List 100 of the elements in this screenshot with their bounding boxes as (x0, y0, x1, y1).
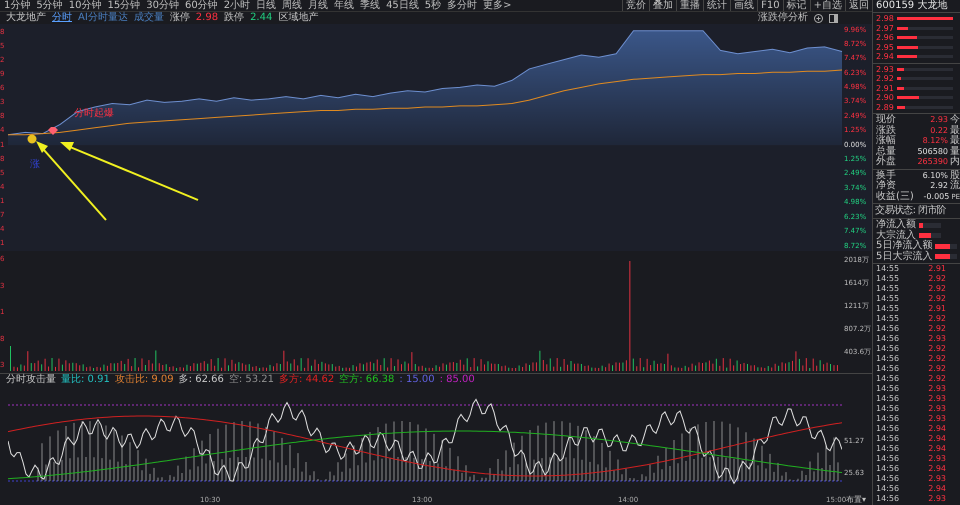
tick-time: 14:56 (876, 494, 900, 504)
tick-time: 14:55 (876, 304, 900, 314)
tick-time: 14:56 (876, 374, 900, 384)
tick-price: 2.94 (928, 464, 946, 474)
stat-value: 265390 (916, 157, 949, 168)
tick-price: 2.92 (928, 354, 946, 364)
tick-price: 2.92 (928, 314, 946, 324)
tick-price: 2.92 (928, 274, 946, 284)
tick-time: 14:56 (876, 474, 900, 484)
tick-price: 2.93 (928, 494, 946, 504)
stat-label: 今 (950, 115, 960, 125)
period-tab[interactable]: 周线 (282, 0, 302, 11)
sector-label: 区域地产 (278, 12, 318, 24)
limit-down-label: 跌停 (224, 12, 244, 24)
stat-label: 涨幅 (876, 136, 896, 146)
flow-label: 净流入额 (876, 220, 916, 230)
toolbar-button[interactable]: 标记 (782, 0, 810, 11)
ask-price: 2.96 (876, 33, 894, 42)
tick-time: 14:55 (876, 284, 900, 294)
tick-time: 14:56 (876, 344, 900, 354)
ask-price: 2.95 (876, 42, 894, 52)
stat-label: 总量 (876, 146, 896, 156)
toolbar-button[interactable]: 返回 (845, 0, 872, 11)
indicator-value: : 15.00 (399, 374, 435, 386)
toolbar-button[interactable]: 画线 (730, 0, 758, 11)
period-tab[interactable]: 更多> (483, 0, 512, 11)
limit-down-price: 2.44 (250, 12, 272, 24)
layout-menu[interactable]: 布置▾ (846, 495, 866, 505)
tick-price: 2.93 (928, 474, 946, 484)
toolbar-button[interactable]: 叠加 (649, 0, 676, 11)
stat-value: 8.12% (922, 136, 949, 146)
indicator-value: : 85.00 (440, 374, 475, 386)
chart-tab[interactable]: 分时 (52, 12, 72, 24)
chart-tab[interactable]: AI分时量达 (78, 12, 128, 24)
stat-value: 0.22 (929, 126, 949, 136)
tick-time: 14:56 (876, 434, 900, 444)
tick-time: 14:56 (876, 404, 900, 414)
flow-label: 大宗流入 (876, 230, 916, 240)
tick-price: 2.92 (928, 284, 946, 294)
indicator-value: 量比: 0.91 (61, 374, 110, 386)
tick-price: 2.91 (928, 264, 946, 274)
trading-status: 交易状态: 闭市阶 (874, 205, 948, 217)
limit-up-price: 2.98 (196, 12, 218, 24)
period-tab[interactable]: 季线 (360, 0, 380, 11)
tick-time: 14:56 (876, 454, 900, 464)
tick-time: 14:56 (876, 444, 900, 454)
zoom-in-icon[interactable] (814, 14, 823, 22)
period-tab[interactable]: 60分钟 (184, 0, 218, 11)
period-tab[interactable]: 5秒 (424, 0, 442, 11)
bid-price: 2.90 (876, 93, 894, 102)
gem-icon (48, 127, 58, 135)
tick-price: 2.94 (928, 444, 946, 454)
period-tab[interactable]: 1分钟 (4, 0, 30, 11)
period-tab[interactable]: 2小时 (224, 0, 250, 11)
tick-time: 14:56 (876, 464, 900, 474)
toolbar-button[interactable]: F10 (757, 0, 783, 11)
period-tab[interactable]: 45日线 (386, 0, 419, 11)
period-tab[interactable]: 年线 (334, 0, 354, 11)
period-tab[interactable]: 5分钟 (36, 0, 63, 11)
indicator-value: 空方: 66.38 (339, 374, 394, 386)
tick-price: 2.93 (928, 454, 946, 464)
tick-price: 2.93 (928, 334, 946, 344)
tick-time: 14:56 (876, 394, 900, 404)
tick-price: 2.93 (928, 394, 946, 404)
ask-price: 2.97 (876, 24, 894, 33)
indicator-name: 分时攻击量 (6, 374, 56, 386)
period-tab[interactable]: 月线 (308, 0, 328, 11)
tick-price: 2.93 (928, 404, 946, 414)
tick-time: 14:56 (876, 424, 900, 434)
tick-time: 14:56 (876, 484, 900, 494)
stat-label: 量 (950, 146, 960, 156)
tick-price: 2.92 (928, 324, 946, 334)
stat-value: -0.005 (922, 192, 950, 202)
tick-price: 2.93 (928, 384, 946, 394)
tick-price: 2.94 (928, 434, 946, 444)
period-tab[interactable]: 日线 (256, 0, 276, 11)
period-tab[interactable]: 10分钟 (68, 0, 102, 11)
tick-time: 14:55 (876, 314, 900, 324)
chart-tab[interactable]: 成交量 (134, 12, 164, 24)
flow-label: 5日净流入额 (876, 241, 932, 251)
bid-price: 2.93 (876, 64, 894, 74)
panel-icon[interactable] (829, 14, 838, 22)
analysis-button[interactable]: 涨跌停分析 (758, 12, 808, 24)
toolbar-button[interactable]: +自选 (810, 0, 845, 11)
stat-label: 最 (950, 136, 960, 146)
tick-time: 14:55 (876, 294, 900, 304)
tick-time: 14:56 (876, 414, 900, 424)
stat-label: 换手 (876, 170, 896, 180)
marker-icon (28, 134, 36, 144)
bid-price: 2.92 (876, 74, 894, 84)
tick-price: 2.92 (928, 294, 946, 304)
period-tab[interactable]: 多分时 (447, 0, 478, 11)
tick-time: 14:56 (876, 354, 900, 364)
stock-title: 600159 大龙地 (873, 0, 960, 13)
stat-label: 净资 (876, 181, 896, 191)
period-tab[interactable]: 30分钟 (146, 0, 179, 11)
bid-price: 2.91 (876, 84, 894, 93)
stat-label: 外盘 (876, 157, 896, 168)
period-tab[interactable]: 15分钟 (107, 0, 140, 11)
toolbar-button[interactable]: 重播 (676, 0, 704, 11)
